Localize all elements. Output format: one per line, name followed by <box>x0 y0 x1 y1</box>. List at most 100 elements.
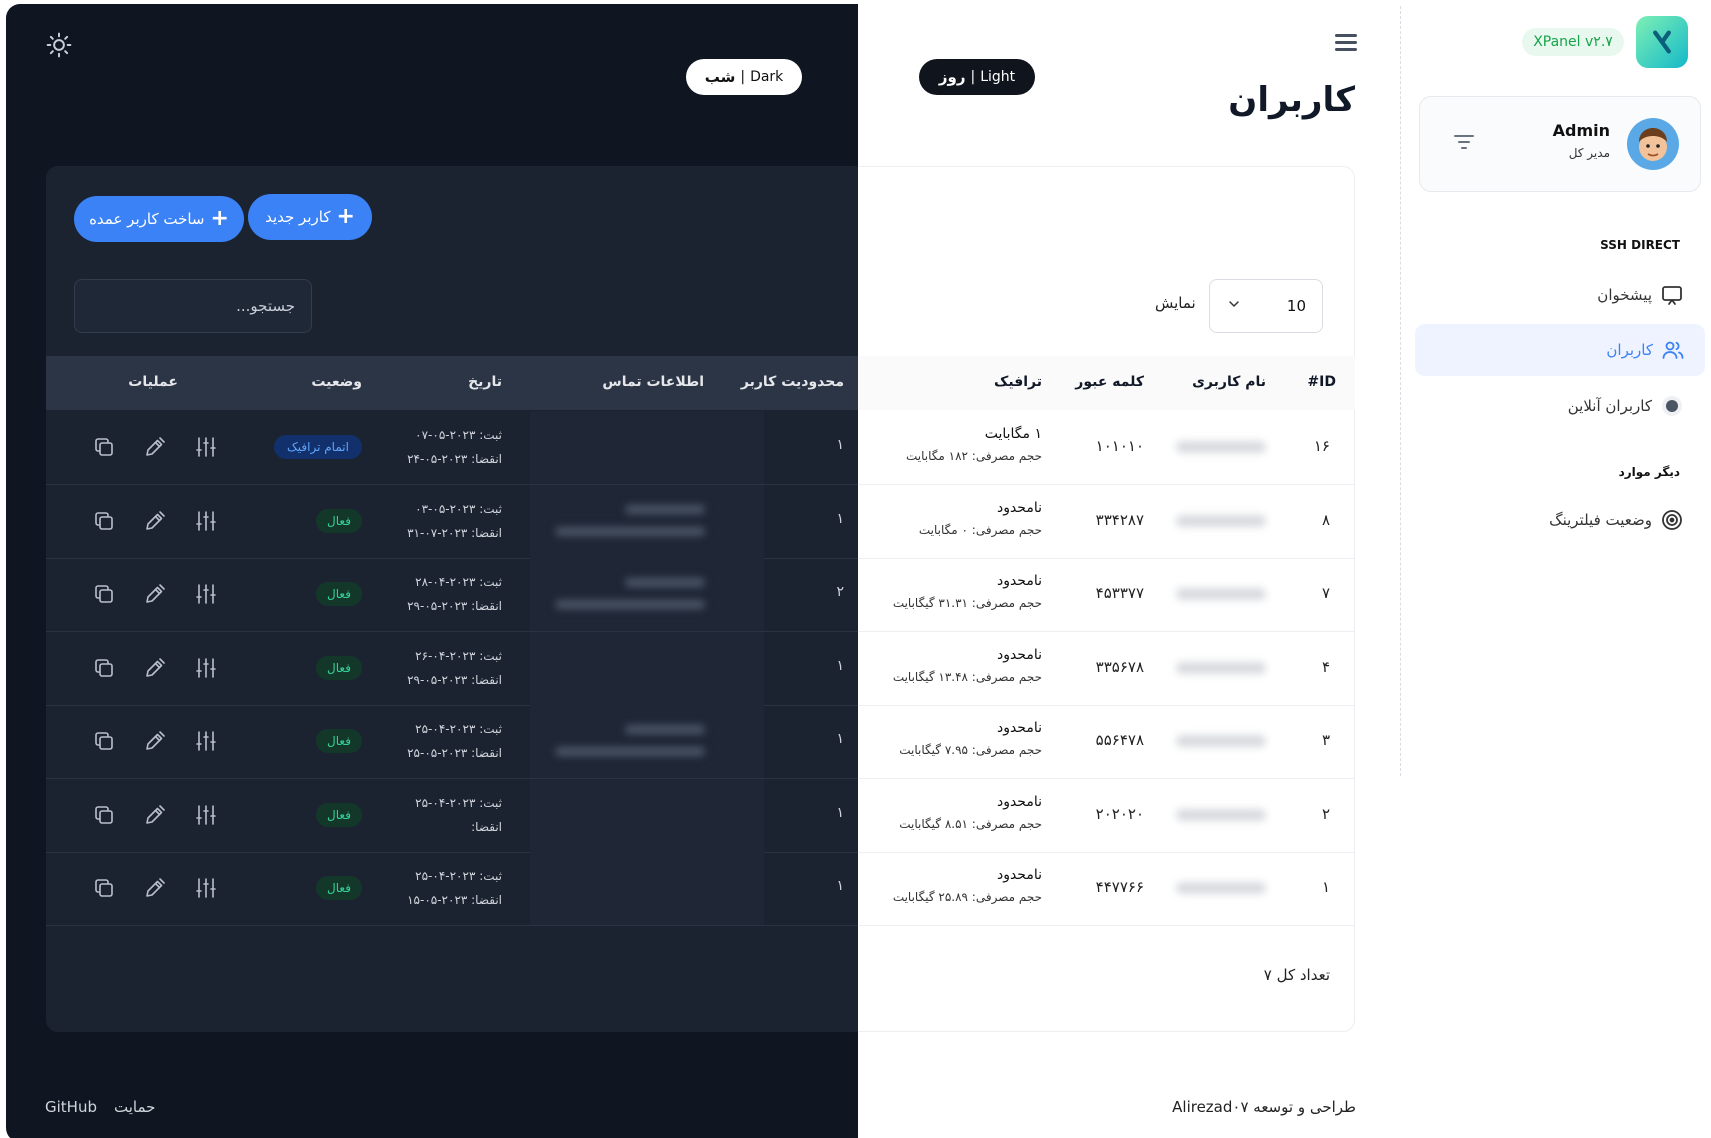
cell-id: ۱ <box>1321 878 1330 896</box>
bulk-user-button[interactable]: + ساخت کاربر عمده <box>74 196 244 242</box>
cell-traffic: نامحدود حجم مصرفی: ۷.۹۵ گیگابایت <box>860 720 1042 757</box>
settings-sliders-icon[interactable] <box>194 656 218 680</box>
search-input[interactable] <box>74 279 312 333</box>
reg-date: ثبت: ۲۰۲۳-۰۴-۲۵ <box>415 796 502 810</box>
row-divider <box>858 631 1355 632</box>
col-id: ID# <box>1307 374 1336 390</box>
cell-password: ۳۳۴۲۸۷ <box>1095 511 1144 529</box>
github-link[interactable]: GitHub <box>45 1098 97 1116</box>
cell-contact-redacted <box>545 578 705 622</box>
col-contact: اطلاعات تماس <box>602 374 704 390</box>
row-actions <box>92 582 218 606</box>
filter-icon[interactable] <box>1452 132 1476 152</box>
sidebar-section-other: دیگر موارد <box>1618 465 1680 479</box>
traffic-usage: حجم مصرفی: ۷.۹۵ گیگابایت <box>899 743 1042 757</box>
plus-icon: + <box>336 204 355 229</box>
edit-icon[interactable] <box>143 509 167 533</box>
status-badge: فعال <box>316 509 362 533</box>
dark-mode-toggle[interactable]: شب | Dark <box>686 59 802 95</box>
settings-sliders-icon[interactable] <box>194 435 218 459</box>
edit-icon[interactable] <box>143 803 167 827</box>
row-actions <box>92 803 218 827</box>
target-icon <box>1660 508 1684 532</box>
cell-user-limit: ۱ <box>836 658 844 674</box>
traffic-usage: حجم مصرفی: ۸.۵۱ گیگابایت <box>899 817 1042 831</box>
menu-icon[interactable] <box>1335 34 1357 52</box>
col-username: نام کاربری <box>1192 374 1266 390</box>
total-count: تعداد کل ۷ <box>1263 966 1330 984</box>
traffic-limit: نامحدود <box>996 647 1042 663</box>
col-limit: محدودیت کاربر <box>740 374 844 390</box>
page-size-select[interactable]: 10 <box>1209 279 1323 333</box>
traffic-limit: نامحدود <box>996 794 1042 810</box>
settings-sliders-icon[interactable] <box>194 509 218 533</box>
cell-date: ثبت: ۲۰۲۳-۰۴-۲۶ انقضا: ۲۰۲۳-۰۵-۲۹ <box>380 644 502 692</box>
cell-date: ثبت: ۲۰۲۳-۰۴-۲۸ انقضا: ۲۰۲۳-۰۵-۲۹ <box>380 570 502 618</box>
copy-icon[interactable] <box>92 435 116 459</box>
cell-id: ۱۶ <box>1313 437 1330 455</box>
status-badge: فعال <box>316 729 362 753</box>
reg-date: ثبت: ۲۰۲۳-۰۵-۰۳ <box>415 502 502 516</box>
copy-icon[interactable] <box>92 582 116 606</box>
cell-traffic: نامحدود حجم مصرفی: ۳۱.۳۱ گیگابایت <box>860 573 1042 610</box>
traffic-limit: نامحدود <box>996 573 1042 589</box>
status-badge: فعال <box>316 656 362 680</box>
copy-icon[interactable] <box>92 509 116 533</box>
settings-sliders-icon[interactable] <box>194 876 218 900</box>
sidebar-item-online-users[interactable]: کاربران آنلاین <box>1418 381 1704 431</box>
cell-contact-redacted <box>545 505 705 549</box>
cell-password: ۵۵۶۴۷۸ <box>1095 731 1144 749</box>
cell-user-limit: ۲ <box>836 584 844 600</box>
edit-icon[interactable] <box>143 729 167 753</box>
row-divider <box>46 925 858 926</box>
edit-icon[interactable] <box>143 876 167 900</box>
traffic-limit: نامحدود <box>996 720 1042 736</box>
traffic-usage: حجم مصرفی: ۱۳.۴۸ گیگابایت <box>892 670 1042 684</box>
cell-user-limit: ۱ <box>836 437 844 453</box>
row-actions <box>92 876 218 900</box>
row-divider <box>858 925 1355 926</box>
exp-date: انقضا: ۲۰۲۳-۰۵-۲۹ <box>407 599 502 613</box>
cell-id: ۴ <box>1321 658 1330 676</box>
sun-icon[interactable] <box>46 32 72 58</box>
cell-id: ۲ <box>1321 805 1330 823</box>
copy-icon[interactable] <box>92 656 116 680</box>
traffic-usage: حجم مصرفی: ۱۸۲ مگابایت <box>905 449 1042 463</box>
cell-id: ۷ <box>1321 584 1330 602</box>
support-link[interactable]: حمایت <box>114 1098 155 1116</box>
page-title: کاربران <box>1228 80 1355 120</box>
page-size-label: نمایش <box>1155 294 1196 312</box>
xpanel-logo[interactable] <box>1636 16 1688 68</box>
traffic-limit: ۱ مگابایت <box>984 426 1042 442</box>
edit-icon[interactable] <box>143 435 167 459</box>
users-icon <box>1661 338 1685 362</box>
copy-icon[interactable] <box>92 729 116 753</box>
sidebar-item-users[interactable]: کاربران <box>1415 324 1705 376</box>
cell-contact-redacted <box>545 725 705 769</box>
settings-sliders-icon[interactable] <box>194 729 218 753</box>
row-divider <box>858 484 1355 485</box>
row-actions <box>92 509 218 533</box>
col-date: تاریخ <box>468 374 502 390</box>
cell-password: ۴۴۷۷۶۶ <box>1095 878 1144 896</box>
edit-icon[interactable] <box>143 656 167 680</box>
sidebar-item-filtering-status[interactable]: وضعیت فیلترینگ <box>1418 495 1704 545</box>
traffic-limit: نامحدود <box>996 500 1042 516</box>
cell-username-redacted <box>1176 735 1266 747</box>
cell-traffic: نامحدود حجم مصرفی: ۲۵.۸۹ گیگابایت <box>860 867 1042 904</box>
new-user-button[interactable]: + کاربر جدید <box>248 194 372 240</box>
copy-icon[interactable] <box>92 803 116 827</box>
row-actions <box>92 656 218 680</box>
light-mode-toggle[interactable]: روز | Light <box>919 59 1035 95</box>
version-badge: XPanel v۲.۷ <box>1522 28 1624 56</box>
monitor-icon <box>1660 283 1684 307</box>
cell-user-limit: ۱ <box>836 805 844 821</box>
copy-icon[interactable] <box>92 876 116 900</box>
col-password: کلمه عبور <box>1075 374 1144 390</box>
settings-sliders-icon[interactable] <box>194 582 218 606</box>
sidebar-item-dashboard[interactable]: پیشخوان <box>1418 270 1704 320</box>
traffic-usage: حجم مصرفی: ۲۵.۸۹ گیگابایت <box>892 890 1042 904</box>
plus-icon: + <box>210 206 229 231</box>
edit-icon[interactable] <box>143 582 167 606</box>
settings-sliders-icon[interactable] <box>194 803 218 827</box>
